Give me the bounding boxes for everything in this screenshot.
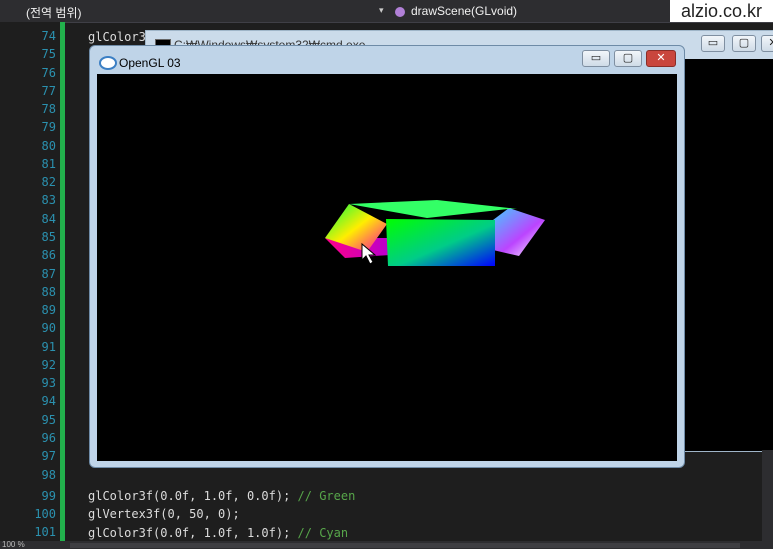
- function-label: drawScene(GLvoid): [411, 4, 518, 18]
- scope-dropdown[interactable]: (전역 범위): [26, 4, 82, 21]
- change-tracking-bar: [60, 22, 65, 542]
- line-number: 80: [41, 139, 56, 153]
- line-number: 79: [41, 120, 56, 134]
- line-number: 76: [41, 66, 56, 80]
- code-line[interactable]: glVertex3f(0, 50, 0);: [88, 507, 240, 521]
- close-button[interactable]: ✕: [761, 35, 773, 52]
- line-number: 91: [41, 340, 56, 354]
- watermark: alzio.co.kr: [670, 0, 773, 22]
- code-comment: // Cyan: [290, 526, 349, 540]
- line-number: 100: [34, 507, 56, 521]
- line-number: 99: [41, 489, 56, 503]
- code-line[interactable]: glColor3f(0.0f, 1.0f, 0.0f); // Green: [88, 489, 355, 503]
- app-icon: [99, 56, 117, 70]
- line-number: 93: [41, 376, 56, 390]
- opengl-window[interactable]: OpenGL 03 ▭ ▢ ✕: [89, 45, 685, 468]
- line-number: 88: [41, 285, 56, 299]
- line-number: 85: [41, 230, 56, 244]
- maximize-button[interactable]: ▢: [732, 35, 756, 52]
- line-number: 84: [41, 212, 56, 226]
- line-number: 90: [41, 321, 56, 335]
- line-number: 86: [41, 248, 56, 262]
- line-number: 78: [41, 102, 56, 116]
- opengl-canvas[interactable]: [97, 74, 677, 461]
- vertical-scrollbar[interactable]: [762, 450, 773, 541]
- minimize-button[interactable]: ▭: [701, 35, 725, 52]
- zoom-level[interactable]: 100 %: [2, 540, 25, 549]
- code-text: glColor3f(0.0f, 1.0f, 1.0f);: [88, 526, 291, 540]
- line-number: 98: [41, 468, 56, 482]
- line-number-gutter: 74 75 76 77 78 79 80 81 82 83 84 85 86 8…: [0, 22, 60, 542]
- function-dropdown[interactable]: drawScene(GLvoid): [395, 4, 517, 18]
- prism-front-face: [386, 219, 495, 266]
- rendered-scene: [325, 200, 545, 266]
- maximize-button[interactable]: ▢: [614, 50, 642, 67]
- code-line[interactable]: glColor3f(0.0f, 1.0f, 1.0f); // Cyan: [88, 526, 348, 540]
- code-text: glColor3f(0.0f, 1.0f, 0.0f);: [88, 489, 291, 503]
- line-number: 96: [41, 431, 56, 445]
- line-number: 92: [41, 358, 56, 372]
- line-number: 94: [41, 394, 56, 408]
- line-number: 87: [41, 267, 56, 281]
- line-number: 95: [41, 413, 56, 427]
- opengl-title: OpenGL 03: [119, 56, 181, 70]
- chevron-down-icon[interactable]: ▾: [379, 5, 384, 16]
- line-number: 83: [41, 193, 56, 207]
- line-number: 89: [41, 303, 56, 317]
- horizontal-scrollbar[interactable]: [70, 543, 740, 548]
- line-number: 82: [41, 175, 56, 189]
- opengl-title-bar[interactable]: OpenGL 03 ▭ ▢ ✕: [90, 46, 684, 74]
- function-icon: [395, 6, 405, 17]
- prism-back-face: [349, 200, 517, 218]
- close-button[interactable]: ✕: [646, 50, 676, 67]
- code-text: glVertex3f(0, 50, 0);: [88, 507, 240, 521]
- line-number: 101: [34, 525, 56, 539]
- line-number: 77: [41, 84, 56, 98]
- line-number: 75: [41, 47, 56, 61]
- line-number: 97: [41, 449, 56, 463]
- line-number: 81: [41, 157, 56, 171]
- code-comment: // Green: [290, 489, 356, 503]
- navigation-bar: (전역 범위) ▾ drawScene(GLvoid): [0, 0, 773, 23]
- minimize-button[interactable]: ▭: [582, 50, 610, 67]
- line-number: 74: [41, 29, 56, 43]
